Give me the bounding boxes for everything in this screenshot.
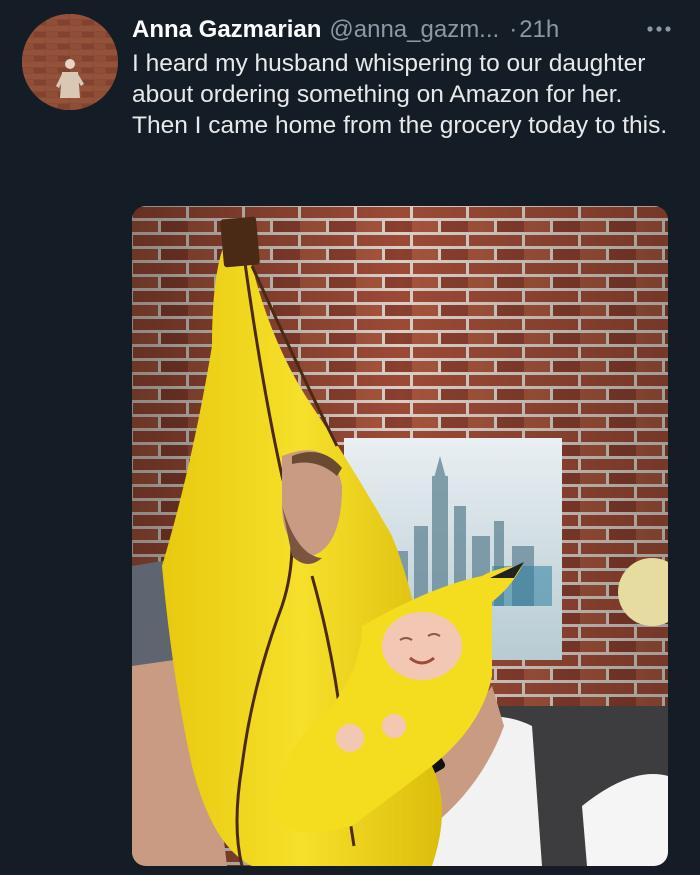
avatar-photo bbox=[22, 14, 118, 110]
tweet-photo[interactable] bbox=[132, 206, 668, 866]
tweet-text: I heard my husband whispering to our dau… bbox=[132, 50, 668, 139]
avatar[interactable] bbox=[22, 14, 118, 110]
author-handle[interactable]: @anna_gazm... bbox=[329, 16, 499, 44]
separator: · bbox=[509, 16, 518, 43]
tweet-header: Anna Gazmarian @anna_gazm... · 21h bbox=[132, 10, 676, 50]
author-name[interactable]: Anna Gazmarian bbox=[132, 16, 321, 44]
photo-banana-costumes bbox=[132, 206, 668, 866]
tweet-card: Anna Gazmarian @anna_gazm... · 21h I hea… bbox=[0, 0, 700, 875]
timestamp[interactable]: 21h bbox=[519, 16, 559, 44]
ellipsis-icon[interactable] bbox=[642, 14, 676, 44]
